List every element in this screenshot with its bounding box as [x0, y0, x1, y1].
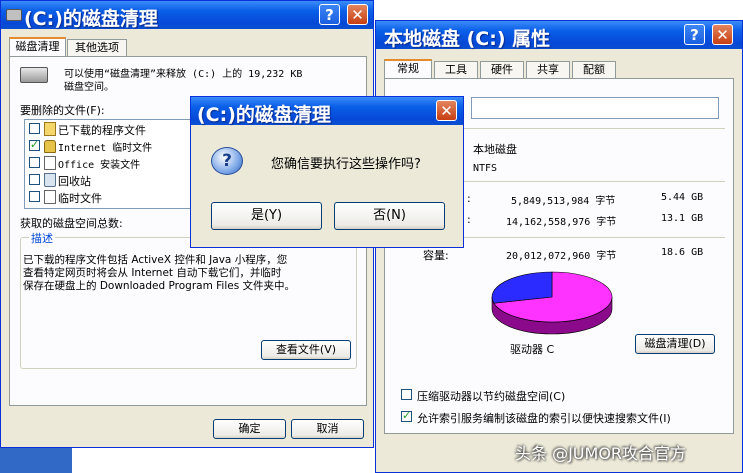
tab-more-options[interactable]: 其他选项 — [67, 39, 127, 56]
confirm-dialog: (C:)的磁盘清理 ✕ ? 您确信要执行这些操作吗? 是(Y) 否(N) — [190, 96, 464, 248]
confirm-message: 您确信要执行这些操作吗? — [271, 157, 421, 172]
question-icon: ? — [211, 147, 243, 175]
index-checkbox[interactable] — [401, 409, 412, 422]
tab-disk-cleanup[interactable]: 磁盘清理 — [9, 37, 66, 56]
files-list[interactable]: 已下载的程序文件 Internet 临时文件 Office 安装文件 回收站 临 — [24, 119, 201, 209]
close-button[interactable]: ✕ — [347, 4, 368, 25]
tab-hardware[interactable]: 硬件 — [480, 61, 524, 78]
drive-label: 驱动器 C — [510, 343, 555, 356]
used-space-bytes: 5,849,513,984 字节 — [511, 196, 616, 207]
index-option[interactable]: 允许索引服务编制该磁盘的索引以便快速搜索文件(I) — [397, 409, 727, 425]
compress-option[interactable]: 压缩驱动器以节约磁盘空间(C) — [397, 387, 727, 403]
disk-properties-titlebar[interactable]: 本地磁盘 (C:) 属性 ? ✕ — [376, 21, 742, 50]
total-space-label: 获取的磁盘空间总数: — [20, 217, 123, 230]
file-label: 临时文件 — [58, 192, 102, 205]
drive-icon — [20, 67, 48, 83]
list-item[interactable]: 已下载的程序文件 — [27, 121, 197, 137]
file-system-value: NTFS — [473, 163, 498, 174]
disk-usage-pie — [491, 271, 613, 335]
view-files-button[interactable]: 查看文件(V) — [261, 340, 351, 360]
used-space-label: : — [467, 192, 471, 205]
type-value: 本地磁盘 — [473, 143, 517, 156]
index-label: 允许索引服务编制该磁盘的索引以便快速搜索文件(I) — [417, 412, 671, 425]
free-space-bytes: 14,162,558,976 字节 — [506, 217, 617, 228]
office-files-icon — [44, 156, 56, 170]
disk-cleanup-button[interactable]: 磁盘清理(D) — [635, 334, 715, 354]
ok-button[interactable]: 确定 — [213, 419, 286, 439]
close-button[interactable]: ✕ — [712, 24, 733, 45]
tab-sharing[interactable]: 共享 — [526, 61, 570, 78]
list-item[interactable]: 回收站 — [27, 172, 197, 188]
summary-text-line2: 磁盘空间。 — [64, 82, 114, 93]
files-to-delete-label: 要删除的文件(F): — [20, 104, 105, 117]
free-space-size: 13.1 GB — [661, 213, 704, 224]
description-line: 保存在硬盘上的 Downloaded Program Files 文件夹中。 — [23, 280, 296, 292]
disk-properties-title: 本地磁盘 (C:) 属性 — [384, 28, 551, 50]
confirm-titlebar[interactable]: (C:)的磁盘清理 ✕ — [191, 97, 463, 126]
yes-button[interactable]: 是(Y) — [211, 202, 322, 230]
free-space-label: : — [467, 213, 471, 226]
file-label: 回收站 — [58, 175, 91, 188]
capacity-label: 容量: — [423, 249, 449, 262]
file-checkbox[interactable] — [29, 123, 40, 134]
tab-general[interactable]: 常规 — [384, 59, 432, 78]
help-button[interactable]: ? — [319, 4, 340, 25]
file-label: 已下载的程序文件 — [58, 124, 146, 137]
disk-cleanup-titlebar[interactable]: (C:)的磁盘清理 ? ✕ — [1, 1, 373, 30]
file-checkbox[interactable] — [29, 138, 40, 151]
disk-cleanup-app-icon — [6, 9, 22, 21]
file-label: Internet 临时文件 — [58, 143, 153, 154]
cancel-button[interactable]: 取消 — [291, 419, 364, 439]
used-space-size: 5.44 GB — [661, 192, 704, 203]
disk-cleanup-title: (C:)的磁盘清理 — [24, 8, 158, 30]
temp-files-icon — [44, 190, 56, 204]
recycle-bin-icon — [44, 173, 56, 187]
tab-tools[interactable]: 工具 — [434, 61, 478, 78]
list-item[interactable]: 临时文件 — [27, 189, 197, 205]
capacity-bytes: 20,012,072,960 字节 — [506, 251, 617, 262]
tab-quota[interactable]: 配额 — [572, 61, 616, 78]
list-item[interactable]: Internet 临时文件 — [27, 138, 197, 154]
taskbar-fragment — [0, 448, 72, 473]
help-button[interactable]: ? — [684, 24, 705, 45]
close-button[interactable]: ✕ — [436, 100, 457, 121]
lock-icon — [44, 140, 56, 153]
description-group: 描述 已下载的程序文件包括 ActiveX 控件和 Java 小程序，您 查看特… — [20, 230, 357, 369]
watermark: 头条 @JUMOR攻合官方 — [515, 444, 687, 463]
capacity-size: 18.6 GB — [661, 247, 704, 258]
confirm-title: (C:)的磁盘清理 — [197, 104, 331, 126]
compress-checkbox[interactable] — [401, 389, 412, 400]
file-checkbox[interactable] — [29, 174, 40, 185]
compress-label: 压缩驱动器以节约磁盘空间(C) — [417, 390, 566, 403]
no-button[interactable]: 否(N) — [334, 202, 445, 230]
description-title: 描述 — [29, 230, 55, 246]
volume-label-input[interactable] — [471, 97, 719, 119]
downloaded-files-icon — [44, 122, 56, 136]
list-item[interactable]: Office 安装文件 — [27, 155, 197, 171]
file-checkbox[interactable] — [29, 191, 40, 202]
file-checkbox[interactable] — [29, 157, 40, 168]
file-label: Office 安装文件 — [58, 160, 141, 171]
